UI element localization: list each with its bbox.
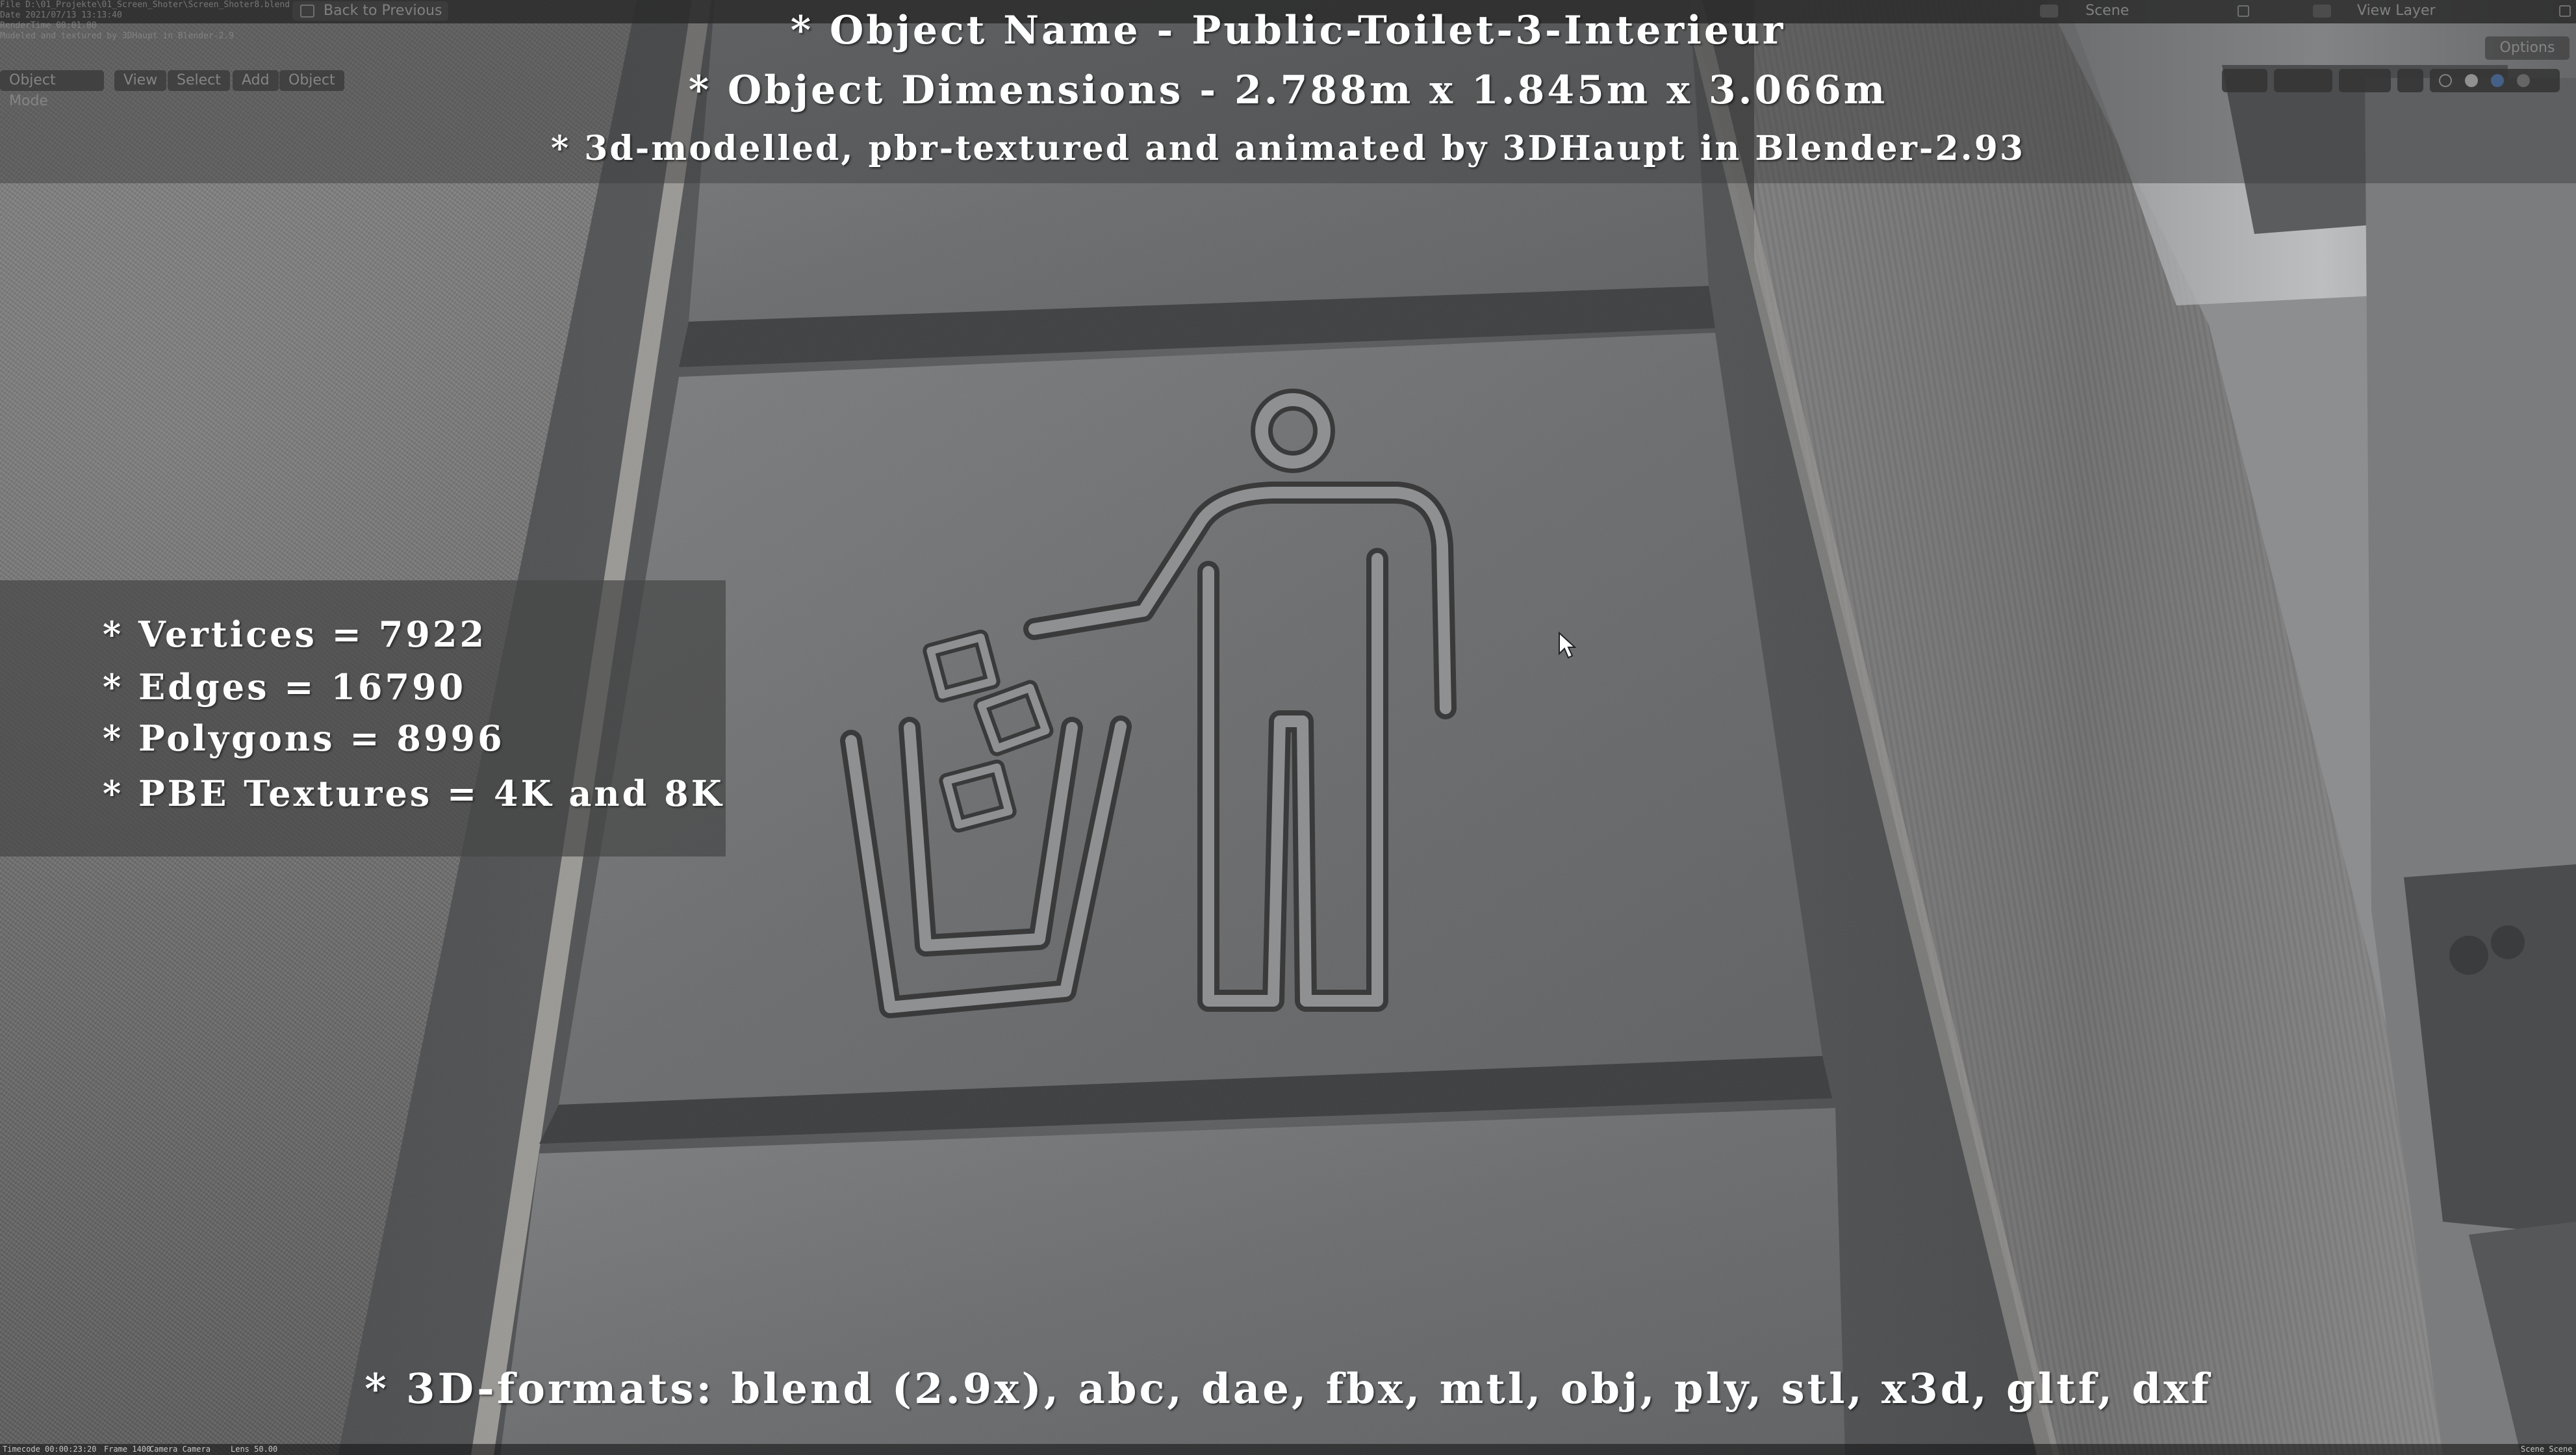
stat-vertices: * Vertices = 7922: [103, 613, 487, 655]
stat-edges: * Edges = 16790: [103, 666, 466, 708]
viewport[interactable]: File D:\01_Projekte\01_Screen_Shoter\Scr…: [0, 0, 2576, 1455]
credit-text: * 3d-modelled, pbr-textured and animated…: [550, 129, 2026, 168]
status-lens: Lens 50.00: [231, 1445, 278, 1454]
status-scene: Scene Scene: [2521, 1445, 2573, 1454]
object-dimensions-text: * Object Dimensions - 2.788m x 1.845m x …: [688, 68, 1888, 113]
status-camera: Camera Camera: [149, 1445, 210, 1454]
formats-text: * 3D-formats: blend (2.9x), abc, dae, fb…: [364, 1365, 2212, 1413]
mouse-cursor-icon: [1559, 632, 1576, 659]
status-bar: Timecode 00:00:23:20 Frame 1400 Camera C…: [0, 1444, 2576, 1455]
status-timecode: Timecode 00:00:23:20: [3, 1445, 97, 1454]
stat-polygons: * Polygons = 8996: [103, 717, 505, 759]
object-name-text: * Object Name - Public-Toilet-3-Interieu…: [790, 8, 1786, 53]
stat-textures: * PBE Textures = 4K and 8K: [103, 773, 724, 814]
status-frame: Frame 1400: [104, 1445, 151, 1454]
